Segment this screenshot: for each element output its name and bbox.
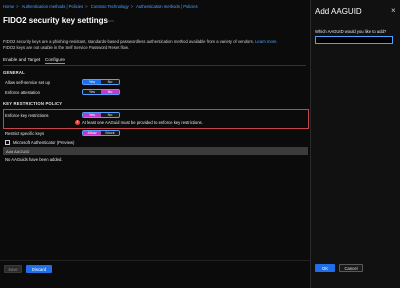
aaguid-empty-message: No AAGuids have been added. (5, 157, 63, 162)
close-icon[interactable]: × (391, 6, 396, 15)
restrict-toggle[interactable]: Allow Block (82, 130, 120, 136)
aaguid-table-header: Add AAGUID (3, 147, 308, 155)
enforce-toggle[interactable]: Yes No (82, 112, 120, 118)
learn-more-link[interactable]: Learn more. (255, 39, 278, 44)
checkbox-icon[interactable] (5, 140, 10, 145)
add-aaguid-panel: Add AAGUID × Which AAGUID would you like… (310, 0, 400, 288)
attestation-no[interactable]: No (101, 90, 119, 94)
enforce-yes[interactable]: Yes (83, 113, 101, 117)
main-blade: Home > Authentication methods | Policies >… (0, 0, 310, 288)
tab-enable-and-target[interactable]: Enable and Target (3, 56, 40, 63)
save-button[interactable]: Save (4, 265, 22, 273)
breadcrumb-tenant[interactable]: Contoso Technology (91, 4, 129, 9)
page-title: FIDO2 security key settings (3, 16, 108, 25)
attestation-yes[interactable]: Yes (83, 90, 101, 94)
error-message: At least one AAGuid must be provided to … (82, 120, 203, 125)
discard-button[interactable]: Discard (26, 265, 52, 273)
restrict-label: Restrict specific keys (5, 131, 45, 136)
enforce-label: Enforce key restrictions (5, 113, 49, 118)
breadcrumb-policies[interactable]: Authentication methods | Policies (136, 4, 198, 9)
restrict-block[interactable]: Block (101, 131, 119, 135)
breadcrumb-auth-methods[interactable]: Authentication methods | Policies (22, 4, 84, 9)
self-service-yes[interactable]: Yes (83, 80, 101, 84)
aaguid-field-label: Which AAGUID would you like to add? (315, 29, 387, 34)
breadcrumb-home[interactable]: Home (3, 4, 14, 9)
ok-button[interactable]: OK (315, 264, 335, 272)
general-section-label: GENERAL (3, 70, 25, 75)
breadcrumb: Home > Authentication methods | Policies >… (3, 4, 198, 9)
aaguid-input[interactable] (315, 36, 393, 44)
error-icon: ! (75, 120, 80, 125)
cancel-button[interactable]: Cancel (339, 264, 363, 272)
footer: Save Discard (0, 260, 310, 288)
attestation-label: Enforce attestation (5, 90, 40, 95)
tab-bar: Enable and Target Configure (3, 56, 306, 66)
description-line-2: FIDO2 keys are not usable in the Self Se… (3, 45, 129, 50)
attestation-toggle[interactable]: Yes No (82, 89, 120, 95)
self-service-no[interactable]: No (101, 80, 119, 84)
self-service-toggle[interactable]: Yes No (82, 79, 120, 85)
key-restriction-section-label: KEY RESTRICTION POLICY (3, 101, 63, 106)
tab-configure[interactable]: Configure (45, 56, 65, 64)
authenticator-label: Microsoft Authenticator (Preview) (13, 140, 75, 145)
restrict-allow[interactable]: Allow (83, 131, 101, 135)
description-line-1: FIDO2 security keys are a phishing-resis… (3, 39, 278, 44)
self-service-label: Allow self-service set up (5, 80, 50, 85)
enforce-error-frame (3, 109, 309, 129)
more-icon[interactable]: ⋯ (108, 18, 115, 25)
panel-title: Add AAGUID (315, 7, 362, 16)
enforce-no[interactable]: No (101, 113, 119, 117)
